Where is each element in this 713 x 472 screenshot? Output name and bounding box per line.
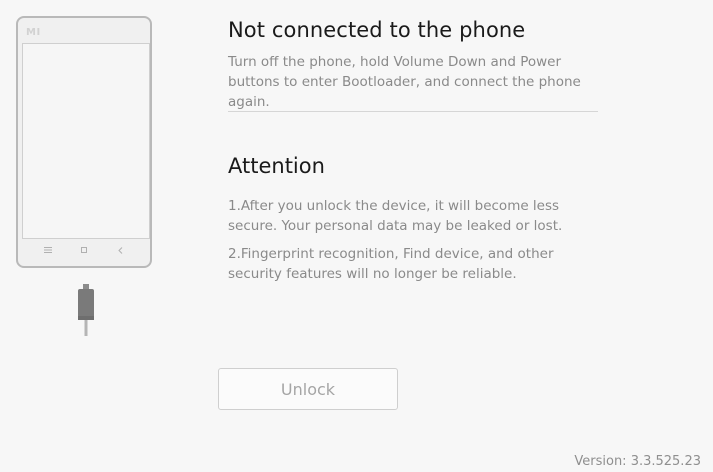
mi-logo: MI	[26, 27, 41, 38]
attention-note: 1.After you unlock the device, it will b…	[228, 198, 563, 234]
version-label: Version: 3.3.525.23	[574, 454, 701, 469]
home-icon	[78, 244, 90, 256]
menu-icon	[42, 244, 54, 256]
phone-illustration: MI	[16, 16, 152, 268]
phone-screen	[22, 43, 150, 239]
attention-note: 2.Fingerprint recognition, Find device, …	[228, 246, 554, 282]
phone-nav-bar	[18, 244, 150, 256]
attention-title: Attention	[228, 154, 325, 178]
back-icon	[114, 244, 126, 256]
unlock-button[interactable]: Unlock	[218, 368, 398, 410]
usb-cable-icon	[78, 284, 94, 336]
section-divider	[228, 111, 598, 112]
connection-status-title: Not connected to the phone	[228, 18, 526, 42]
connection-instructions: Turn off the phone, hold Volume Down and…	[228, 54, 581, 110]
